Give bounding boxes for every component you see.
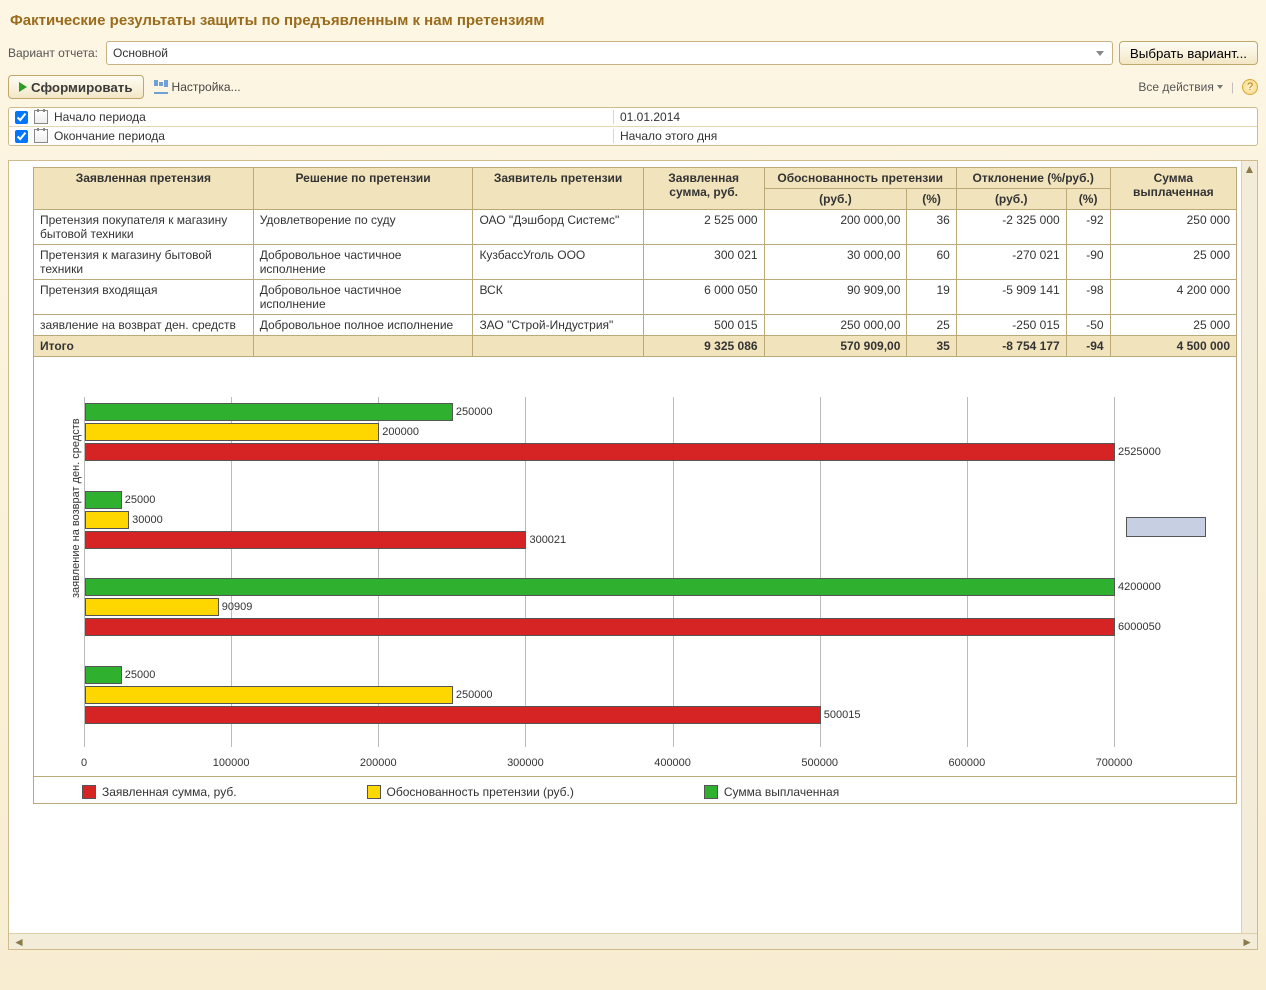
variant-select[interactable]: Основной xyxy=(106,41,1113,65)
period-panel: Начало периода 01.01.2014 Окончание пери… xyxy=(8,107,1258,146)
chart-bar: 250000 xyxy=(85,403,453,421)
table-row[interactable]: заявление на возврат ден. средствДоброво… xyxy=(34,315,1237,336)
chart-legend-mini[interactable] xyxy=(1126,517,1206,537)
col-validity-pct: (%) xyxy=(907,189,956,210)
table-row[interactable]: Претензия к магазину бытовой техникиДобр… xyxy=(34,245,1237,280)
legend-item-paid: Сумма выплаченная xyxy=(704,785,839,799)
bar-value-label: 90909 xyxy=(218,601,253,613)
bar-value-label: 250000 xyxy=(452,406,493,418)
swatch-red-icon xyxy=(82,785,96,799)
x-tick: 0 xyxy=(81,757,87,769)
bar-value-label: 200000 xyxy=(378,426,419,438)
col-applicant: Заявитель претензии xyxy=(473,168,643,210)
period-start-value[interactable]: 01.01.2014 xyxy=(613,110,1253,124)
report-area: ▲ ◄ ► Заявленная претензия Решение по пр… xyxy=(8,160,1258,950)
col-paid: Сумма выплаченная xyxy=(1110,168,1236,210)
chart-legend: Заявленная сумма, руб. Обоснованность пр… xyxy=(33,777,1237,804)
bar-value-label: 250000 xyxy=(452,689,493,701)
chart-bar: 90909 xyxy=(85,598,219,616)
total-validity-pct: 35 xyxy=(907,336,956,357)
x-tick: 200000 xyxy=(360,757,397,769)
total-validity-rub: 570 909,00 xyxy=(764,336,907,357)
period-end-value[interactable]: Начало этого дня xyxy=(613,129,1253,143)
chart: заявление на возврат ден. средств 0 10000… xyxy=(33,357,1237,777)
legend-paid-label: Сумма выплаченная xyxy=(724,785,839,799)
settings-label: Настройка... xyxy=(172,80,241,94)
all-actions-menu[interactable]: Все действия xyxy=(1138,80,1222,94)
bar-value-label: 4200000 xyxy=(1114,581,1161,593)
col-variance: Отклонение (%/руб.) xyxy=(956,168,1110,189)
bar-value-label: 300021 xyxy=(525,534,566,546)
chart-bar: 6000050 xyxy=(85,618,1115,636)
settings-link[interactable]: Настройка... xyxy=(154,80,241,94)
swatch-green-icon xyxy=(704,785,718,799)
bar-value-label: 30000 xyxy=(128,514,163,526)
legend-declared-label: Заявленная сумма, руб. xyxy=(102,785,237,799)
page-title: Фактические результаты защиты по предъяв… xyxy=(8,8,1258,37)
chart-bar: 200000 xyxy=(85,423,379,441)
x-tick: 600000 xyxy=(948,757,985,769)
total-variance-rub: -8 754 177 xyxy=(956,336,1066,357)
legend-item-validity: Обоснованность претензии (руб.) xyxy=(367,785,574,799)
results-table: Заявленная претензия Решение по претензи… xyxy=(33,167,1237,357)
x-tick: 100000 xyxy=(213,757,250,769)
variant-label: Вариант отчета: xyxy=(8,46,100,60)
x-tick: 400000 xyxy=(654,757,691,769)
table-row[interactable]: Претензия входящаяДобровольное частичное… xyxy=(34,280,1237,315)
help-icon[interactable]: ? xyxy=(1242,79,1258,95)
calendar-icon xyxy=(34,129,48,143)
choose-variant-label: Выбрать вариант... xyxy=(1130,46,1247,61)
calendar-icon xyxy=(34,110,48,124)
bar-value-label: 25000 xyxy=(121,494,156,506)
x-tick: 500000 xyxy=(801,757,838,769)
horizontal-scrollbar[interactable]: ◄ ► xyxy=(9,933,1257,949)
table-row[interactable]: Претензия покупателя к магазину бытовой … xyxy=(34,210,1237,245)
legend-validity-label: Обоснованность претензии (руб.) xyxy=(387,785,574,799)
chart-bar: 25000 xyxy=(85,491,122,509)
scroll-right-icon[interactable]: ► xyxy=(1237,935,1257,949)
legend-item-declared: Заявленная сумма, руб. xyxy=(82,785,237,799)
col-variance-rub: (руб.) xyxy=(956,189,1066,210)
bar-value-label: 25000 xyxy=(121,669,156,681)
bar-value-label: 2525000 xyxy=(1114,446,1161,458)
chart-bar: 500015 xyxy=(85,706,821,724)
play-icon xyxy=(19,82,27,92)
scroll-left-icon[interactable]: ◄ xyxy=(9,935,29,949)
chart-bar: 300021 xyxy=(85,531,526,549)
settings-icon xyxy=(154,80,168,94)
generate-button[interactable]: Сформировать xyxy=(8,75,144,99)
col-claim: Заявленная претензия xyxy=(34,168,254,210)
col-validity: Обоснованность претензии xyxy=(764,168,956,189)
total-label: Итого xyxy=(34,336,254,357)
period-start-label: Начало периода xyxy=(54,110,146,124)
variant-value: Основной xyxy=(113,46,168,60)
all-actions-label: Все действия xyxy=(1138,80,1213,94)
col-validity-rub: (руб.) xyxy=(764,189,907,210)
chart-bar: 25000 xyxy=(85,666,122,684)
choose-variant-button[interactable]: Выбрать вариант... xyxy=(1119,41,1258,65)
vertical-scrollbar[interactable]: ▲ xyxy=(1241,161,1257,933)
bar-value-label: 6000050 xyxy=(1114,621,1161,633)
period-end-checkbox[interactable] xyxy=(15,130,28,143)
total-paid: 4 500 000 xyxy=(1110,336,1236,357)
chart-ylabel: заявление на возврат ден. средств xyxy=(70,418,82,598)
generate-label: Сформировать xyxy=(31,80,133,95)
col-decision: Решение по претензии xyxy=(253,168,473,210)
scroll-up-icon[interactable]: ▲ xyxy=(1242,161,1257,177)
col-amount: Заявленная сумма, руб. xyxy=(643,168,764,210)
chart-bar: 250000 xyxy=(85,686,453,704)
swatch-yellow-icon xyxy=(367,785,381,799)
bar-value-label: 500015 xyxy=(820,709,861,721)
total-variance-pct: -94 xyxy=(1066,336,1110,357)
total-row: Итого 9 325 086 570 909,00 35 -8 754 177… xyxy=(34,336,1237,357)
total-amount: 9 325 086 xyxy=(643,336,764,357)
period-start-checkbox[interactable] xyxy=(15,111,28,124)
col-variance-pct: (%) xyxy=(1066,189,1110,210)
period-end-label: Окончание периода xyxy=(54,129,165,143)
chart-bar: 2525000 xyxy=(85,443,1115,461)
chart-bar: 4200000 xyxy=(85,578,1115,596)
x-tick: 700000 xyxy=(1096,757,1133,769)
x-tick: 300000 xyxy=(507,757,544,769)
chart-bar: 30000 xyxy=(85,511,129,529)
